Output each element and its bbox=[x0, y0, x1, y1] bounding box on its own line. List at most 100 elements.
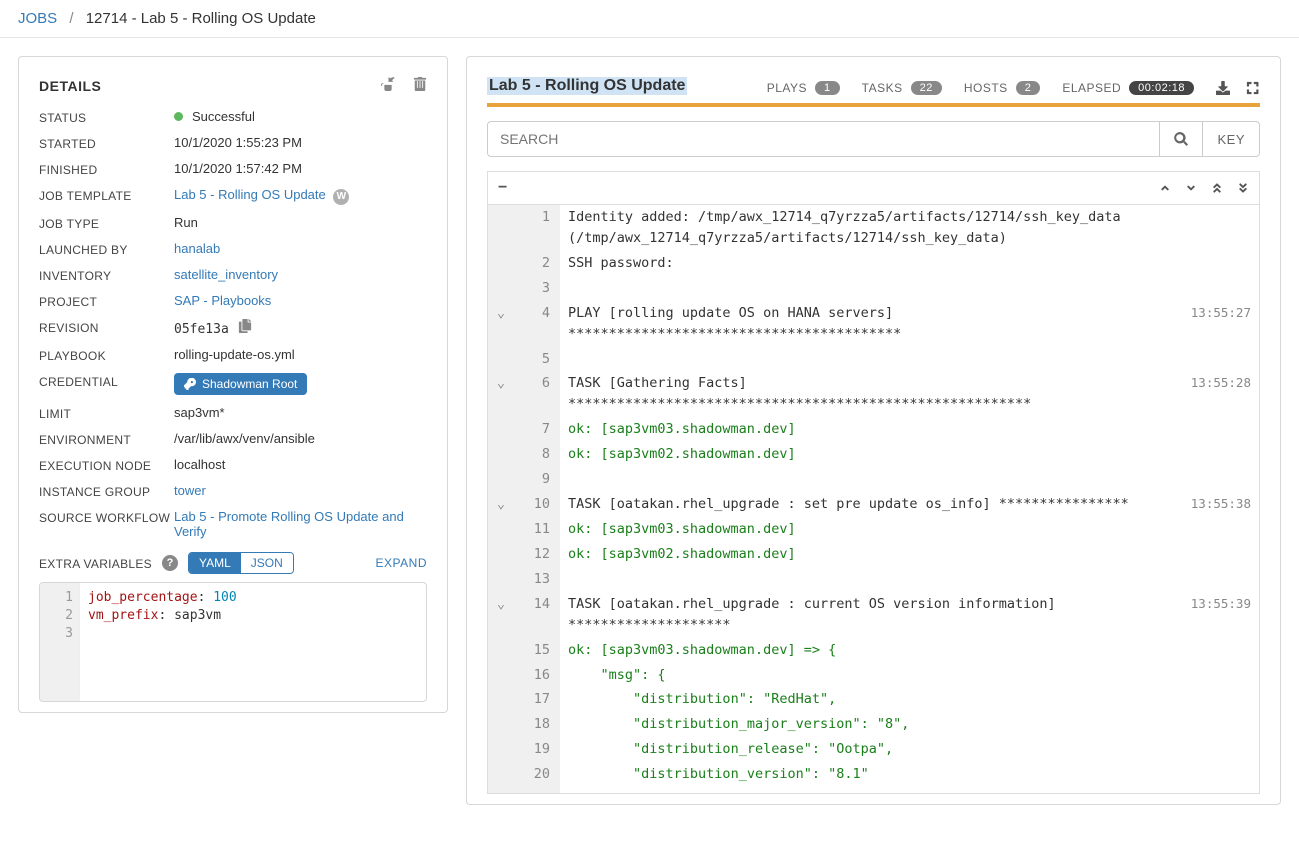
line-number: 20 bbox=[514, 762, 560, 787]
line-timestamp bbox=[1179, 567, 1259, 592]
relaunch-icon[interactable] bbox=[381, 77, 395, 94]
stat-hosts-label: HOSTS bbox=[964, 81, 1008, 95]
line-text: "distribution_major_version": "8", bbox=[560, 712, 1179, 737]
delete-icon[interactable] bbox=[413, 77, 427, 94]
credential-pill[interactable]: Shadowman Root bbox=[174, 373, 307, 395]
label-job-type: JOB TYPE bbox=[39, 215, 174, 231]
label-playbook: PLAYBOOK bbox=[39, 347, 174, 363]
label-started: STARTED bbox=[39, 135, 174, 151]
line-number: 6 bbox=[514, 371, 560, 417]
fullscreen-icon[interactable] bbox=[1246, 81, 1260, 95]
line-number: 12 bbox=[514, 542, 560, 567]
chevron-down-icon bbox=[488, 205, 514, 251]
label-inventory: INVENTORY bbox=[39, 267, 174, 283]
line-timestamp bbox=[1179, 638, 1259, 663]
label-launched-by: LAUNCHED BY bbox=[39, 241, 174, 257]
line-number: 2 bbox=[514, 251, 560, 276]
chevron-down-icon[interactable]: ⌄ bbox=[488, 592, 514, 638]
line-text: TASK [oatakan.rhel_upgrade : set pre upd… bbox=[560, 492, 1179, 517]
key-button[interactable]: KEY bbox=[1203, 121, 1260, 157]
log-output[interactable]: 1Identity added: /tmp/awx_12714_q7yrzza5… bbox=[487, 204, 1260, 794]
line-number: 4 bbox=[514, 301, 560, 347]
instance-group-link[interactable]: tower bbox=[174, 483, 206, 498]
output-panel: Lab 5 - Rolling OS Update PLAYS1 TASKS22… bbox=[466, 56, 1281, 805]
line-text: ok: [sap3vm02.shadowman.dev] bbox=[560, 442, 1179, 467]
editor-body[interactable]: job_percentage: 100vm_prefix: sap3vm bbox=[80, 583, 245, 701]
chevron-down-icon[interactable]: ⌄ bbox=[488, 371, 514, 417]
workflow-badge[interactable]: W bbox=[333, 189, 349, 205]
line-number: 17 bbox=[514, 687, 560, 712]
status-text: Successful bbox=[192, 109, 255, 124]
launched-by-link[interactable]: hanalab bbox=[174, 241, 220, 256]
line-number: 19 bbox=[514, 737, 560, 762]
val-limit: sap3vm* bbox=[174, 405, 427, 420]
line-timestamp: 13:55:39 bbox=[1179, 592, 1259, 638]
log-line: 5 bbox=[488, 347, 1259, 372]
line-up-icon[interactable] bbox=[1159, 182, 1171, 194]
log-line: 19 "distribution_release": "Ootpa", bbox=[488, 737, 1259, 762]
log-line[interactable]: ⌄4PLAY [rolling update OS on HANA server… bbox=[488, 301, 1259, 347]
line-text: "distribution_version": "8.1" bbox=[560, 762, 1179, 787]
log-line: 7ok: [sap3vm03.shadowman.dev] bbox=[488, 417, 1259, 442]
log-line[interactable]: ⌄10TASK [oatakan.rhel_upgrade : set pre … bbox=[488, 492, 1259, 517]
line-timestamp bbox=[1179, 687, 1259, 712]
line-text: "distribution_release": "Ootpa", bbox=[560, 737, 1179, 762]
label-execution-node: EXECUTION NODE bbox=[39, 457, 174, 473]
line-number: 15 bbox=[514, 638, 560, 663]
help-icon[interactable]: ? bbox=[162, 555, 178, 571]
label-revision: REVISION bbox=[39, 319, 174, 335]
details-panel: DETAILS STATUS Successful STARTED 10/1/2… bbox=[18, 56, 448, 713]
seg-yaml[interactable]: YAML bbox=[189, 553, 241, 573]
line-text: Identity added: /tmp/awx_12714_q7yrzza5/… bbox=[560, 205, 1179, 251]
line-number: 3 bbox=[514, 276, 560, 301]
line-text: TASK [Gathering Facts] *****************… bbox=[560, 371, 1179, 417]
chevron-down-icon[interactable]: ⌄ bbox=[488, 301, 514, 347]
log-line[interactable]: ⌄14TASK [oatakan.rhel_upgrade : current … bbox=[488, 592, 1259, 638]
download-icon[interactable] bbox=[1216, 81, 1230, 95]
line-number: 7 bbox=[514, 417, 560, 442]
line-text bbox=[560, 276, 1179, 301]
line-timestamp bbox=[1179, 205, 1259, 251]
page-up-icon[interactable] bbox=[1211, 182, 1223, 194]
source-workflow-link[interactable]: Lab 5 - Promote Rolling OS Update and Ve… bbox=[174, 509, 404, 539]
line-number: 8 bbox=[514, 442, 560, 467]
seg-json[interactable]: JSON bbox=[241, 553, 293, 573]
chevron-down-icon[interactable]: ⌄ bbox=[488, 492, 514, 517]
inventory-link[interactable]: satellite_inventory bbox=[174, 267, 278, 282]
credential-name: Shadowman Root bbox=[202, 377, 297, 391]
log-line: 8ok: [sap3vm02.shadowman.dev] bbox=[488, 442, 1259, 467]
line-text bbox=[560, 347, 1179, 372]
extra-vars-editor[interactable]: 123 job_percentage: 100vm_prefix: sap3vm bbox=[39, 582, 427, 702]
search-button[interactable] bbox=[1160, 121, 1203, 157]
line-down-icon[interactable] bbox=[1185, 182, 1197, 194]
log-line: 13 bbox=[488, 567, 1259, 592]
job-template-link[interactable]: Lab 5 - Rolling OS Update bbox=[174, 187, 326, 202]
line-timestamp bbox=[1179, 347, 1259, 372]
log-line: 9 bbox=[488, 467, 1259, 492]
output-title: Lab 5 - Rolling OS Update bbox=[487, 77, 687, 95]
line-text: "msg": { bbox=[560, 663, 1179, 688]
key-icon bbox=[184, 378, 196, 390]
log-line: 11ok: [sap3vm03.shadowman.dev] bbox=[488, 517, 1259, 542]
line-number: 21 bbox=[514, 787, 560, 794]
collapse-all-icon[interactable]: − bbox=[498, 179, 507, 197]
search-input[interactable] bbox=[487, 121, 1160, 157]
copy-revision-icon[interactable] bbox=[238, 319, 252, 333]
stat-elapsed-label: ELAPSED bbox=[1062, 81, 1121, 95]
label-job-template: JOB TEMPLATE bbox=[39, 187, 174, 203]
line-text: "distribution": "RedHat", bbox=[560, 687, 1179, 712]
line-timestamp bbox=[1179, 762, 1259, 787]
stat-plays-label: PLAYS bbox=[767, 81, 807, 95]
log-line: 18 "distribution_major_version": "8", bbox=[488, 712, 1259, 737]
log-line[interactable]: ⌄6TASK [Gathering Facts] ***************… bbox=[488, 371, 1259, 417]
line-timestamp bbox=[1179, 737, 1259, 762]
page-down-icon[interactable] bbox=[1237, 182, 1249, 194]
label-project: PROJECT bbox=[39, 293, 174, 309]
project-link[interactable]: SAP - Playbooks bbox=[174, 293, 271, 308]
expand-link[interactable]: EXPAND bbox=[376, 556, 427, 570]
label-environment: ENVIRONMENT bbox=[39, 431, 174, 447]
line-timestamp bbox=[1179, 467, 1259, 492]
chevron-down-icon bbox=[488, 687, 514, 712]
chevron-down-icon bbox=[488, 762, 514, 787]
breadcrumb-root[interactable]: JOBS bbox=[18, 10, 57, 27]
